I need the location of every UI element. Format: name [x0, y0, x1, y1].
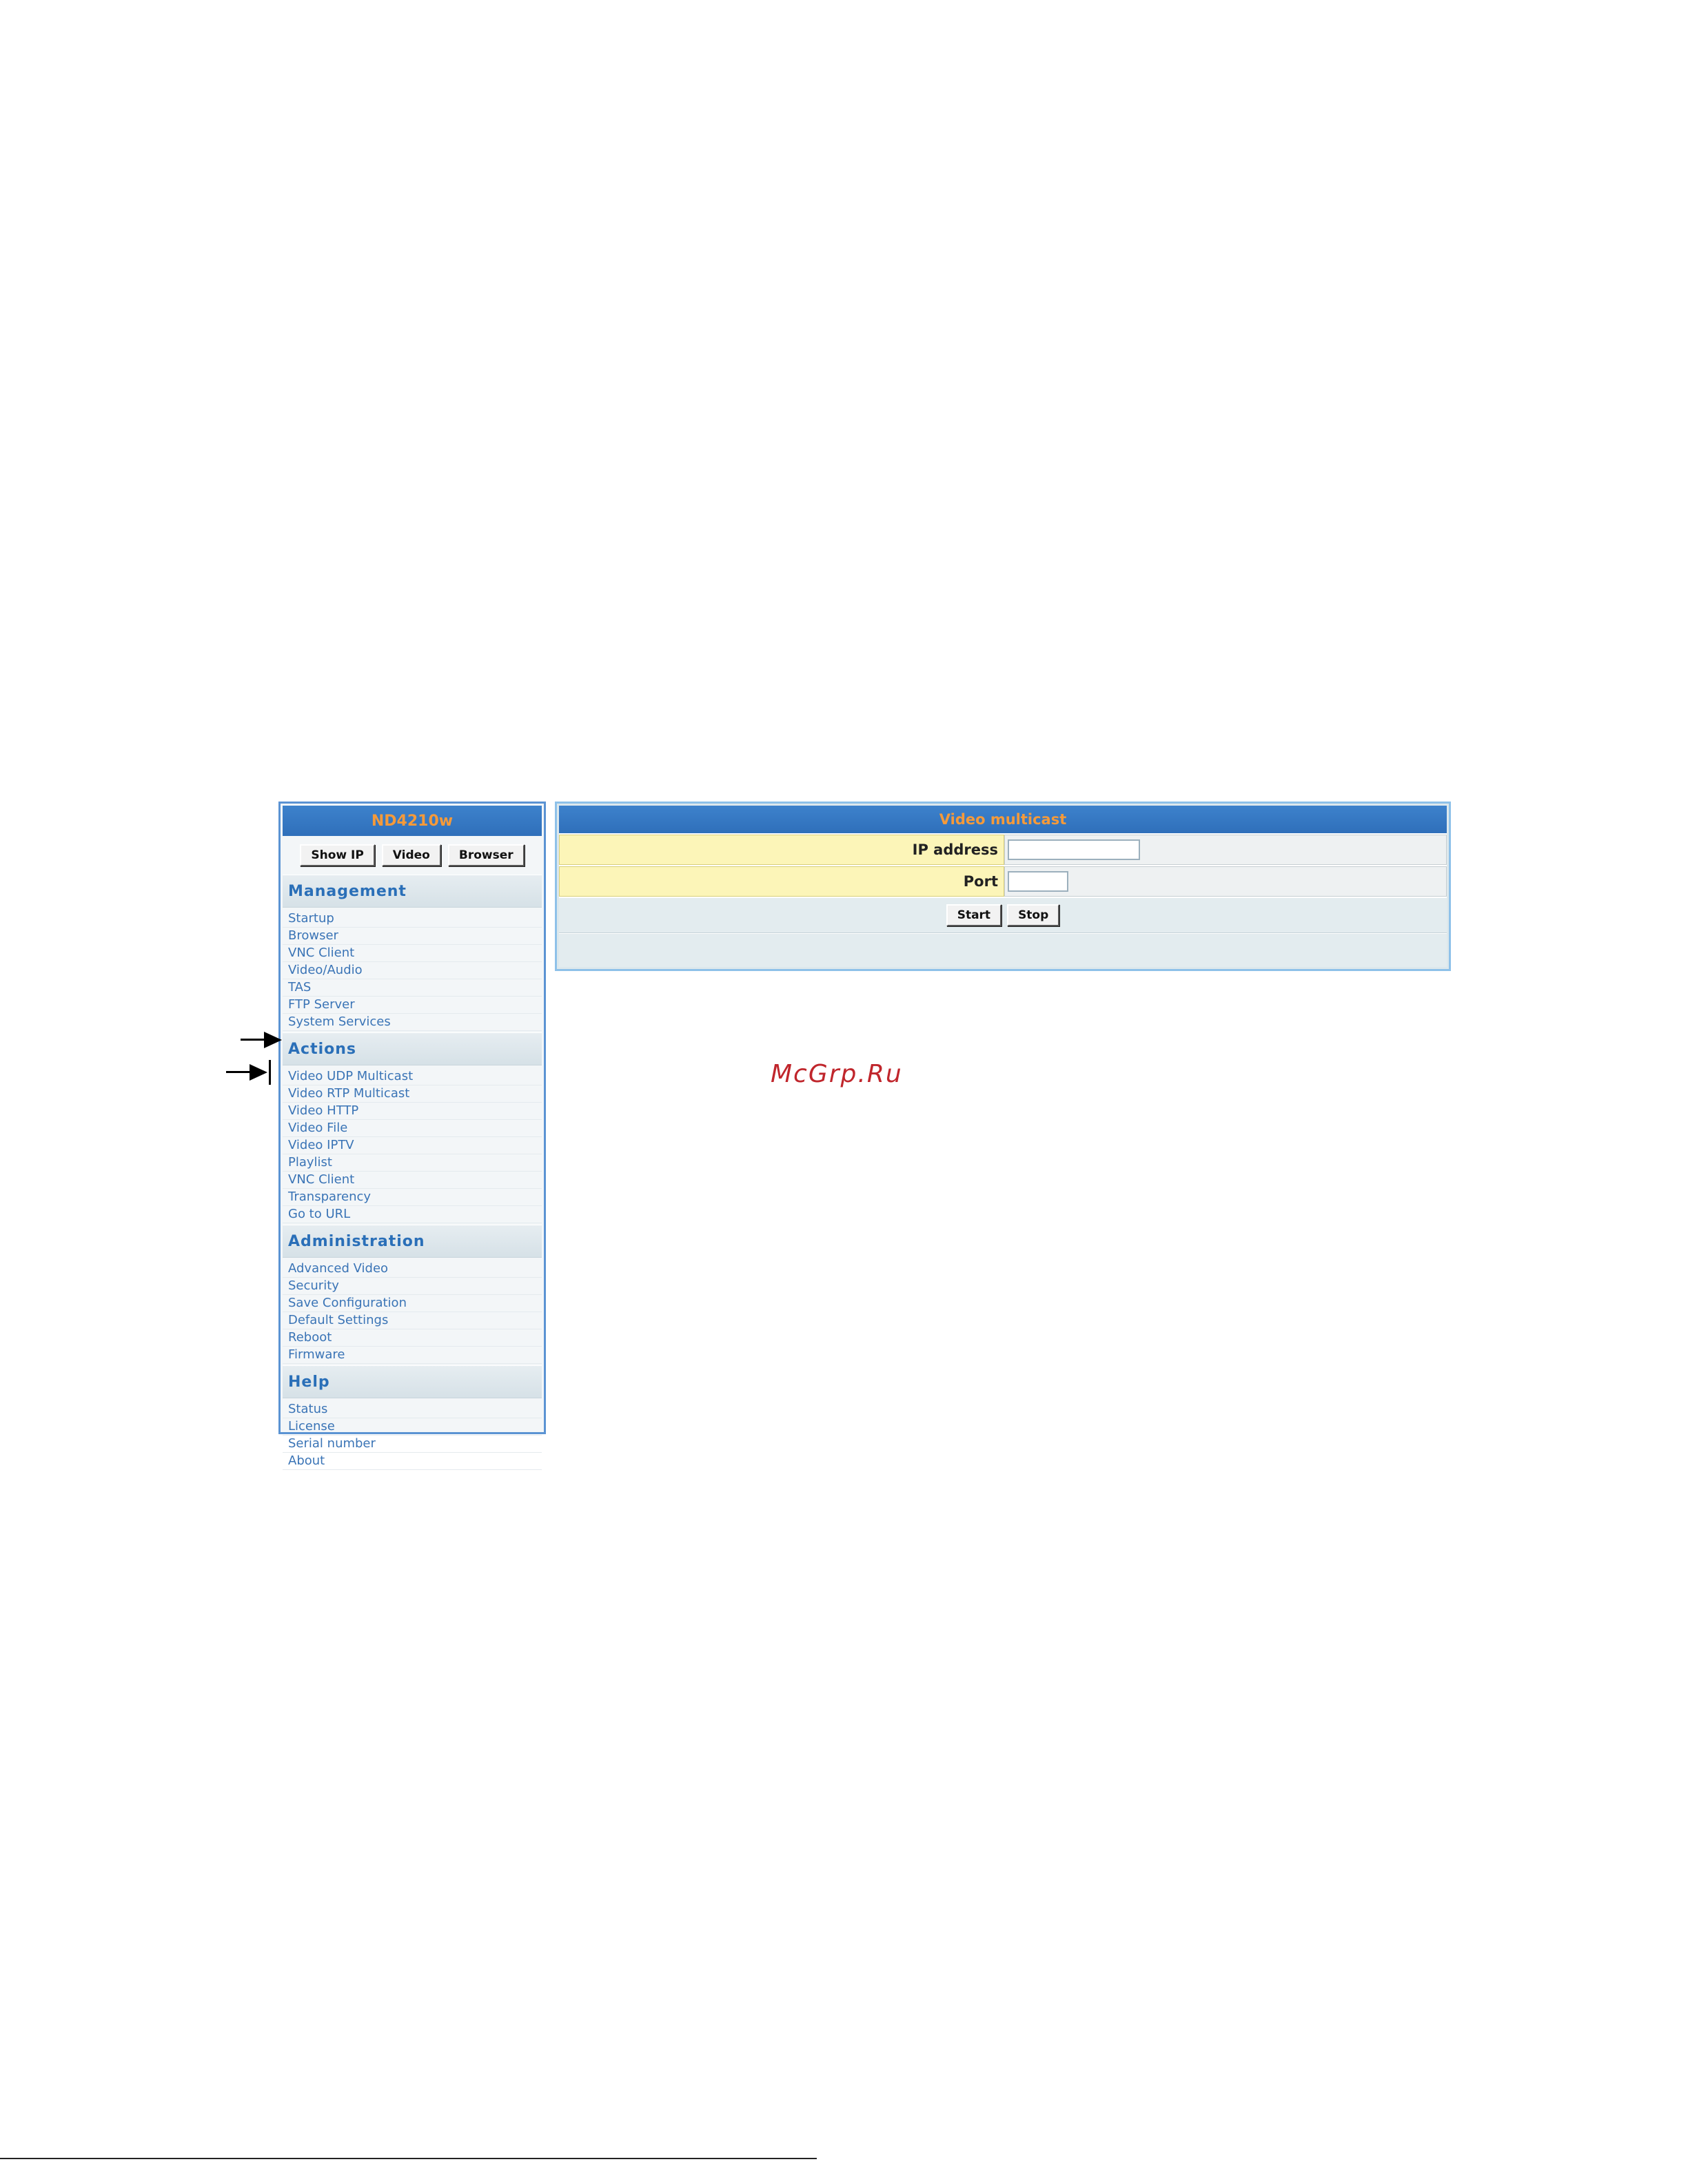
section-help: Help: [283, 1365, 542, 1398]
video-multicast-panel: Video multicast IP address Port Start St…: [555, 802, 1451, 971]
nav-item-startup[interactable]: Startup: [283, 910, 542, 928]
nav-item-license[interactable]: License: [283, 1418, 542, 1436]
section-management: Management: [283, 875, 542, 908]
sidebar-button-row: Show IP Video Browser: [283, 836, 542, 875]
nav-item-video-http[interactable]: Video HTTP: [283, 1103, 542, 1120]
footer-divider: [0, 2158, 817, 2159]
arrow-to-actions-icon: [241, 1030, 282, 1050]
administration-items: Advanced Video Security Save Configurati…: [283, 1258, 542, 1365]
action-row: Start Stop: [559, 897, 1447, 933]
ip-address-label: IP address: [559, 835, 1004, 865]
nav-item-go-to-url[interactable]: Go to URL: [283, 1206, 542, 1223]
panel-title: Video multicast: [559, 806, 1447, 833]
nav-item-vnc-client[interactable]: VNC Client: [283, 945, 542, 962]
ip-address-row: IP address: [559, 833, 1447, 865]
nav-item-transparency[interactable]: Transparency: [283, 1189, 542, 1206]
nav-item-ftp-server[interactable]: FTP Server: [283, 997, 542, 1014]
port-input[interactable]: [1008, 871, 1068, 892]
nav-item-firmware[interactable]: Firmware: [283, 1347, 542, 1364]
nav-item-video-iptv[interactable]: Video IPTV: [283, 1137, 542, 1154]
sidebar-title: ND4210w: [283, 806, 542, 836]
nav-item-status[interactable]: Status: [283, 1401, 542, 1418]
start-button[interactable]: Start: [946, 904, 1002, 926]
nav-item-tas[interactable]: TAS: [283, 979, 542, 997]
video-button[interactable]: Video: [381, 844, 441, 866]
stop-button[interactable]: Stop: [1007, 904, 1060, 926]
nav-item-save-configuration[interactable]: Save Configuration: [283, 1295, 542, 1312]
nav-item-video-rtp-multicast[interactable]: Video RTP Multicast: [283, 1085, 542, 1103]
sidebar-nav: ND4210w Show IP Video Browser Management…: [278, 802, 546, 1470]
footer-mark: [1329, 2152, 1332, 2162]
nav-item-video-audio[interactable]: Video/Audio: [283, 962, 542, 979]
nav-item-vnc-client-action[interactable]: VNC Client: [283, 1172, 542, 1189]
arrow-stop-line-icon: [269, 1060, 271, 1085]
nav-item-system-services[interactable]: System Services: [283, 1014, 542, 1031]
nav-item-browser[interactable]: Browser: [283, 928, 542, 945]
port-row: Port: [559, 865, 1447, 897]
watermark-text: McGrp.Ru: [771, 1060, 903, 1088]
nav-item-video-file[interactable]: Video File: [283, 1120, 542, 1137]
section-administration: Administration: [283, 1225, 542, 1258]
port-label: Port: [559, 866, 1004, 897]
nav-item-default-settings[interactable]: Default Settings: [283, 1312, 542, 1329]
nav-item-security[interactable]: Security: [283, 1278, 542, 1295]
ip-address-input[interactable]: [1008, 839, 1140, 860]
help-items: Status License Serial number About: [283, 1398, 542, 1471]
panel-footer-row: [559, 933, 1447, 967]
nav-item-playlist[interactable]: Playlist: [283, 1154, 542, 1172]
section-actions: Actions: [283, 1032, 542, 1065]
show-ip-button[interactable]: Show IP: [300, 844, 375, 866]
nav-item-serial-number[interactable]: Serial number: [283, 1436, 542, 1453]
management-items: Startup Browser VNC Client Video/Audio T…: [283, 908, 542, 1032]
actions-items: Video UDP Multicast Video RTP Multicast …: [283, 1065, 542, 1225]
nav-item-reboot[interactable]: Reboot: [283, 1329, 542, 1347]
nav-item-about[interactable]: About: [283, 1453, 542, 1470]
arrow-to-video-udp-icon: [226, 1062, 267, 1083]
browser-button[interactable]: Browser: [447, 844, 525, 866]
nav-item-advanced-video[interactable]: Advanced Video: [283, 1261, 542, 1278]
nav-item-video-udp-multicast[interactable]: Video UDP Multicast: [283, 1068, 542, 1085]
